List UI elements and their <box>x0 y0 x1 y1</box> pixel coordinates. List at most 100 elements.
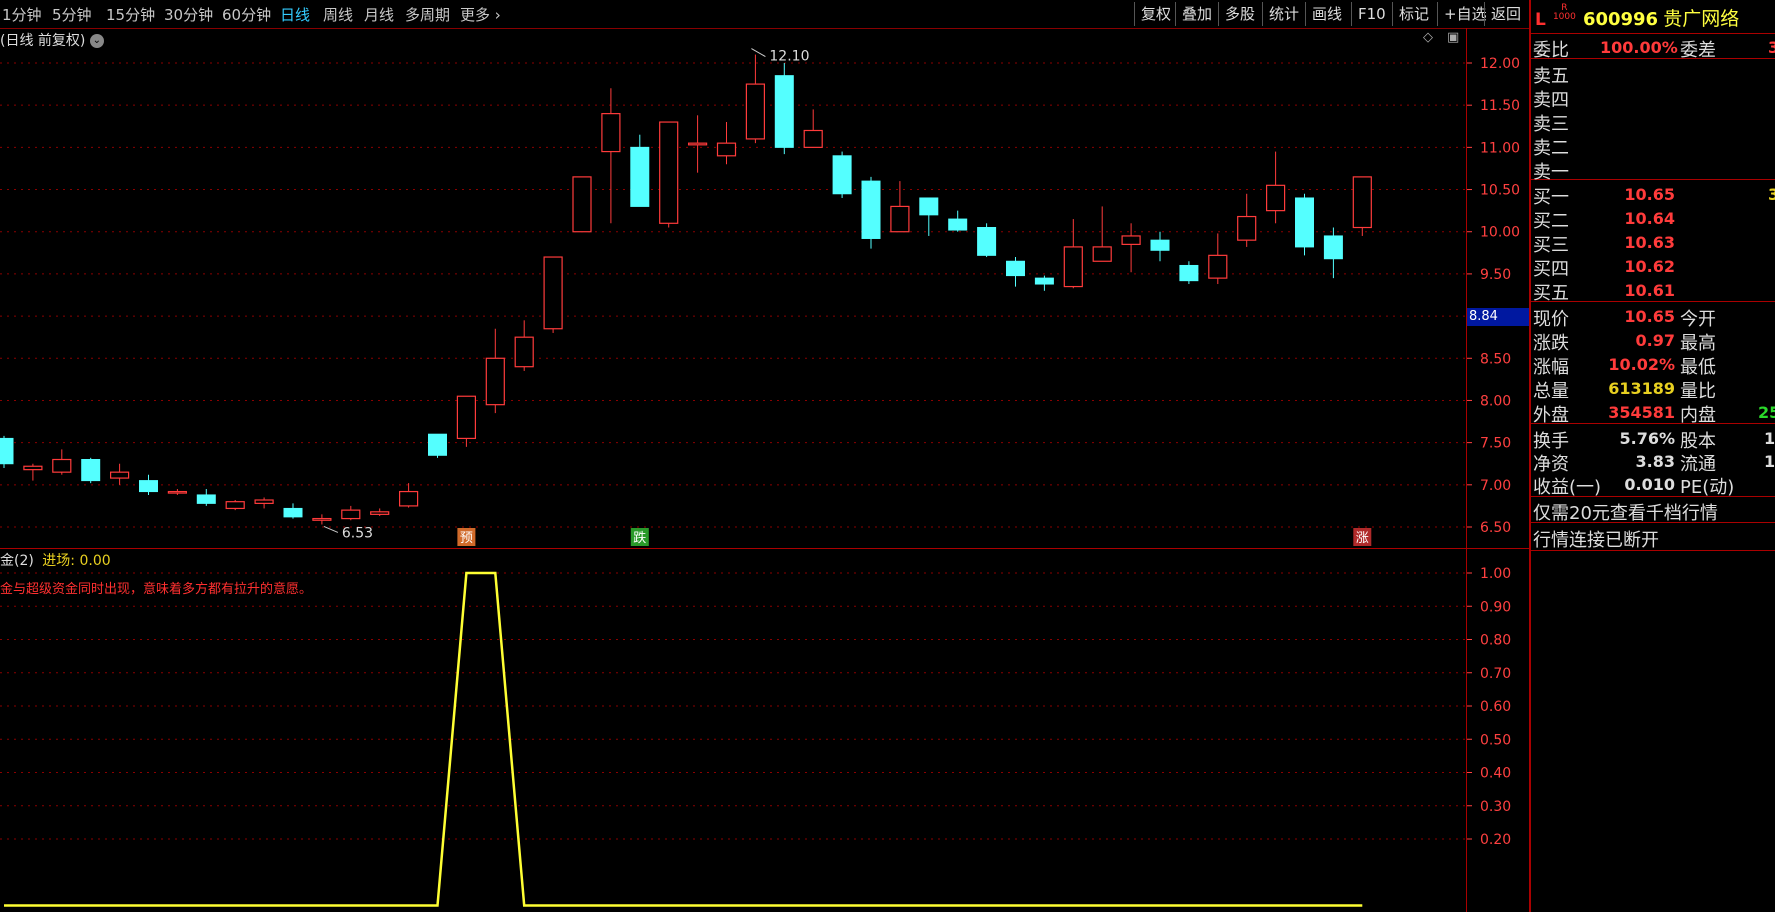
high-marker-label: 12.10 <box>769 49 809 65</box>
buy1-volume: 3 <box>1768 185 1775 204</box>
price-tick-label: 11.50 <box>1480 98 1520 114</box>
buy-level-label: 买二 <box>1533 211 1569 232</box>
candle-body-up <box>485 357 505 406</box>
candle-body-up <box>1092 246 1112 262</box>
fin-label: 收益(一) <box>1533 477 1602 498</box>
price-tick-label: 10.00 <box>1480 225 1520 241</box>
fin-value: 5.76% <box>1619 429 1675 448</box>
buy-level-label: 买三 <box>1533 235 1569 256</box>
candle-body-up <box>514 336 534 368</box>
cursor-price-tag: 8.84 <box>1467 308 1529 326</box>
candle-body-down <box>283 507 303 518</box>
candle-body-up <box>399 490 419 507</box>
candle-body-up <box>543 256 563 330</box>
quote-label: 涨跌 <box>1533 333 1569 354</box>
quote-value: 10.02% <box>1608 355 1675 374</box>
indicator-title: 金(2) <box>0 553 34 569</box>
quote-label: 外盘 <box>1533 405 1569 426</box>
price-tick-label: 8.50 <box>1480 351 1511 367</box>
quote-label: 总量 <box>1533 381 1569 402</box>
indicator-polyline <box>4 571 1363 907</box>
quote-value: 354581 <box>1608 403 1675 422</box>
candle-body-down <box>1006 260 1025 277</box>
price-tick-label: 8.00 <box>1480 393 1511 409</box>
signal-label: 预 <box>460 531 473 546</box>
indicator-entry: 进场: 0.00 <box>42 553 111 569</box>
price-tick-label: 6.50 <box>1480 520 1511 536</box>
stock-header: L R 1000 600996 贵广网络 <box>1535 4 1740 31</box>
quote-label-2: 最高 <box>1680 333 1716 354</box>
indicator-axis: 1.00 0.90 0.80 0.70 0.60 0.50 0.40 0.30 0.20 <box>1466 566 1511 848</box>
sell-level-label: 卖三 <box>1533 114 1569 135</box>
candle-body-up <box>659 121 679 224</box>
candle-series <box>0 54 1372 525</box>
quote-label-2: 量比 <box>1680 381 1716 402</box>
candle-body-down <box>196 494 216 504</box>
candle-body-down <box>861 180 881 239</box>
candle-body-down <box>948 218 968 231</box>
price-tick-label: 7.50 <box>1480 436 1511 452</box>
quote-value: 10.65 <box>1624 307 1675 326</box>
buy-level-price: 10.61 <box>1624 281 1675 300</box>
price-axis: 12.0011.5011.0010.5010.009.509.008.508.0… <box>1466 56 1520 536</box>
candle-body-up <box>341 509 361 520</box>
notice-disconnected: 行情连接已断开 <box>1533 530 1659 551</box>
weicha-label: 委差 <box>1680 40 1716 61</box>
indicator-tick-label: 0.80 <box>1480 633 1511 649</box>
fin-value-2: 1 <box>1764 429 1775 448</box>
weibi-label: 委比 <box>1533 40 1569 61</box>
price-tick-label: 10.50 <box>1480 183 1520 199</box>
candle-body-down <box>428 433 447 456</box>
indicator-tick-label: 0.20 <box>1480 832 1511 848</box>
notice-thousand-level: 仅需20元查看千档行情 <box>1533 503 1718 524</box>
weicha-value: 3 <box>1768 38 1775 57</box>
price-tick-label: 7.00 <box>1480 478 1511 494</box>
badge-r: R 1000 <box>1553 4 1576 22</box>
quote-value: 613189 <box>1608 379 1675 398</box>
fin-label-2: PE(动) <box>1680 477 1735 498</box>
candle-body-up <box>254 499 274 504</box>
indicator-tick-label: 1.00 <box>1480 566 1511 582</box>
fin-value-2: 1 <box>1764 452 1775 471</box>
candle-body-up <box>687 142 708 146</box>
badge-r-sub: 1000 <box>1552 12 1576 22</box>
candle-body-down <box>81 459 101 482</box>
indicator-grid <box>0 572 1466 840</box>
chart-area[interactable]: 12.0011.5011.0010.5010.009.509.008.508.0… <box>0 0 1530 912</box>
fin-value: 0.010 <box>1624 475 1675 494</box>
candle-body-up <box>456 395 476 440</box>
candle-body-up <box>312 517 332 521</box>
candle-body-up <box>225 501 245 510</box>
pane-divider <box>0 548 1530 549</box>
candle-body-up <box>23 465 43 471</box>
candle-body-up <box>52 458 72 473</box>
badge-l: L <box>1535 10 1546 30</box>
axis-divider <box>1466 28 1467 912</box>
indicator-tick-label: 0.60 <box>1480 699 1511 715</box>
quote-label-2: 内盘 <box>1680 405 1716 426</box>
candle-body-up <box>803 129 823 148</box>
indicator-tick-label: 0.50 <box>1480 732 1511 748</box>
quote-label: 涨幅 <box>1533 357 1569 378</box>
candle-body-down <box>0 437 14 465</box>
candle-body-down <box>1295 197 1314 248</box>
candle-body-up <box>1265 184 1286 212</box>
indicator-tick-label: 0.90 <box>1480 599 1511 615</box>
candle-body-up <box>1208 254 1228 279</box>
buy-level-price: 10.64 <box>1624 209 1675 228</box>
candle-body-up <box>167 490 187 494</box>
buy-level-price: 10.62 <box>1624 257 1675 276</box>
indicator-header: 金(2) 进场: 0.00 <box>0 550 111 570</box>
quote-label: 现价 <box>1533 309 1569 330</box>
buy-level-label: 买四 <box>1533 259 1569 280</box>
price-tick-label: 9.50 <box>1480 267 1511 283</box>
indicator-tick-label: 0.30 <box>1480 799 1511 815</box>
candle-body-up <box>745 83 766 140</box>
signal-label: 涨 <box>1356 531 1369 546</box>
candle-body-down <box>139 480 158 493</box>
candle-body-down <box>1323 235 1343 260</box>
stock-name: 贵广网络 <box>1663 8 1740 30</box>
candle-body-down <box>919 197 939 216</box>
sell-level-label: 卖一 <box>1533 162 1569 183</box>
candle-body-up <box>890 205 910 233</box>
